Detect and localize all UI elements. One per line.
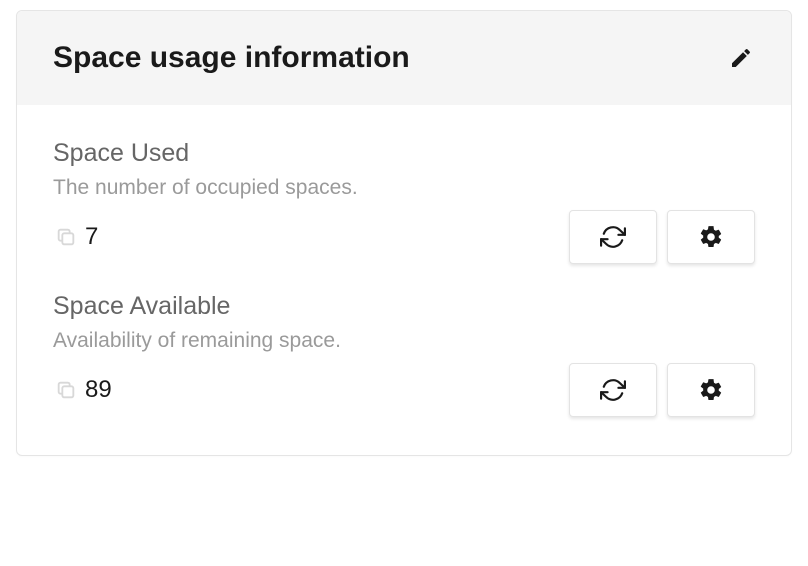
refresh-icon [600,224,626,250]
space-usage-card: Space usage information Space Used The n… [16,10,792,456]
card-body: Space Used The number of occupied spaces… [17,105,791,455]
copy-icon [55,226,77,248]
metric-value: 7 [85,223,98,251]
copy-button[interactable] [55,379,77,401]
metric-label: Space Used [53,139,755,168]
refresh-button[interactable] [569,363,657,417]
metric-row: 89 [53,363,755,417]
metric-value: 89 [85,376,112,404]
metric-description: Availability of remaining space. [53,329,755,353]
copy-button[interactable] [55,226,77,248]
metric-description: The number of occupied spaces. [53,176,755,200]
settings-button[interactable] [667,363,755,417]
settings-button[interactable] [667,210,755,264]
action-buttons [569,363,755,417]
gear-icon [698,224,724,250]
refresh-button[interactable] [569,210,657,264]
metric-value-wrap: 89 [53,376,112,404]
action-buttons [569,210,755,264]
metric-row: 7 [53,210,755,264]
gear-icon [698,377,724,403]
copy-icon [55,379,77,401]
card-header: Space usage information [17,11,791,105]
metric-value-wrap: 7 [53,223,98,251]
metric-label: Space Available [53,292,755,321]
edit-button[interactable] [727,44,755,72]
metric-space-available: Space Available Availability of remainin… [53,292,755,417]
metric-space-used: Space Used The number of occupied spaces… [53,139,755,264]
refresh-icon [600,377,626,403]
pencil-icon [729,46,753,70]
card-title: Space usage information [53,41,410,75]
